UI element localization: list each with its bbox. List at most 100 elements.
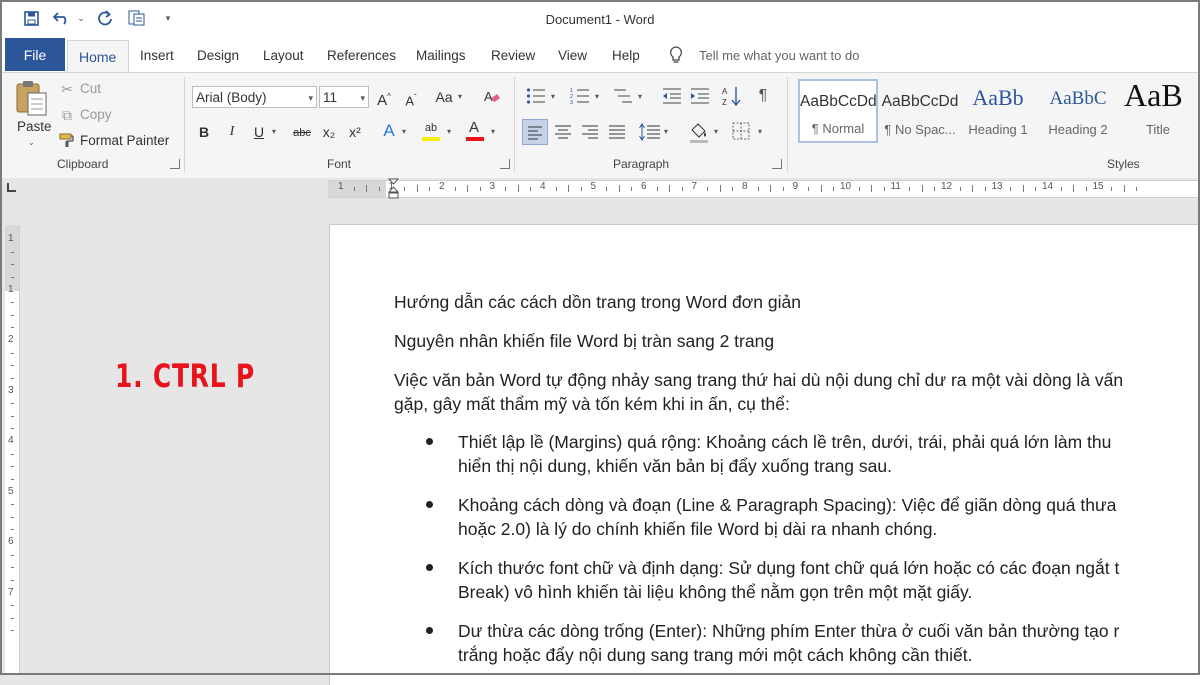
lightbulb-icon[interactable] bbox=[668, 45, 684, 70]
increase-indent-icon[interactable] bbox=[690, 87, 710, 110]
list-item-1-line-2: hiển thị nội dung, khiến văn bản bị đẩy … bbox=[458, 456, 892, 476]
doc-heading-2: Nguyên nhân khiến file Word bị tràn sang… bbox=[394, 331, 775, 351]
paste-button[interactable]: Paste bbox=[17, 119, 52, 134]
group-separator bbox=[787, 77, 788, 172]
numbering-dropdown-icon[interactable]: ▾ bbox=[595, 87, 599, 107]
font-color-icon[interactable]: A bbox=[465, 118, 483, 138]
vruler-tick bbox=[11, 617, 14, 619]
style-normal[interactable]: AaBbCcDd ¶ Normal bbox=[798, 79, 878, 143]
multilevel-list-icon[interactable] bbox=[613, 87, 633, 110]
ruler-left-margin bbox=[328, 181, 386, 197]
tab-home[interactable]: Home bbox=[67, 40, 129, 73]
underline-button[interactable]: U bbox=[251, 122, 267, 142]
copy-icon[interactable]: ⧉ bbox=[58, 105, 76, 125]
cut-button[interactable]: Cut bbox=[80, 81, 101, 96]
font-name-combo[interactable]: Arial (Body) ▾ bbox=[192, 86, 317, 108]
ruler-number: 6 bbox=[641, 181, 647, 192]
shading-dropdown-icon[interactable]: ▾ bbox=[714, 122, 718, 142]
cut-icon[interactable]: ✂ bbox=[58, 79, 76, 99]
tab-layout[interactable]: Layout bbox=[263, 48, 304, 63]
change-case-dropdown-icon[interactable]: ▾ bbox=[458, 87, 462, 107]
format-painter-button[interactable]: Format Painter bbox=[80, 133, 169, 148]
style-heading-1-name: Heading 1 bbox=[968, 122, 1028, 137]
paste-dropdown-icon[interactable]: ⌄ bbox=[28, 133, 35, 153]
ruler-tick bbox=[934, 187, 936, 191]
vertical-ruler[interactable]: 1 1 2 3 4 5 6 7 bbox=[5, 225, 20, 675]
copy-button[interactable]: Copy bbox=[80, 107, 112, 122]
font-launcher-icon[interactable] bbox=[500, 159, 510, 169]
borders-dropdown-icon[interactable]: ▾ bbox=[758, 122, 762, 142]
tab-file[interactable]: File bbox=[5, 38, 65, 71]
tab-references[interactable]: References bbox=[327, 48, 396, 63]
borders-icon[interactable] bbox=[732, 122, 750, 145]
align-center-button[interactable] bbox=[551, 120, 575, 149]
text-effects-dropdown-icon[interactable]: ▾ bbox=[402, 122, 406, 142]
paste-icon[interactable] bbox=[14, 79, 52, 117]
shrink-font-icon[interactable]: Aˇ bbox=[403, 88, 419, 111]
format-painter-icon[interactable] bbox=[59, 133, 75, 152]
ruler-tick bbox=[378, 187, 380, 191]
style-heading-2[interactable]: AaBbC Heading 2 bbox=[1038, 79, 1118, 143]
justify-button[interactable] bbox=[605, 120, 629, 149]
ruler-tick bbox=[681, 187, 683, 191]
tell-me-search[interactable]: Tell me what you want to do bbox=[699, 48, 859, 63]
highlight-color-swatch bbox=[422, 137, 440, 141]
ruler-tick bbox=[467, 185, 469, 192]
bold-button[interactable]: B bbox=[196, 122, 212, 142]
font-size-combo[interactable]: 11 ▾ bbox=[319, 86, 369, 108]
indent-marker-icon[interactable] bbox=[387, 178, 400, 205]
vruler-tick bbox=[11, 466, 14, 468]
line-spacing-icon[interactable] bbox=[638, 120, 662, 149]
font-color-dropdown-icon[interactable]: ▾ bbox=[491, 122, 495, 142]
font-size-dropdown-icon[interactable]: ▾ bbox=[360, 87, 365, 109]
italic-button[interactable]: I bbox=[224, 122, 240, 142]
underline-dropdown-icon[interactable]: ▾ bbox=[272, 122, 276, 142]
style-title[interactable]: AaB Title bbox=[1120, 79, 1200, 143]
text-effects-icon[interactable]: A bbox=[380, 121, 398, 141]
numbering-icon[interactable]: 123 bbox=[570, 87, 590, 110]
style-heading-2-name: Heading 2 bbox=[1048, 122, 1108, 137]
highlight-dropdown-icon[interactable]: ▾ bbox=[447, 122, 451, 142]
font-name-dropdown-icon[interactable]: ▾ bbox=[308, 87, 313, 109]
align-right-button[interactable] bbox=[578, 120, 602, 149]
grow-font-icon[interactable]: A^ bbox=[376, 87, 392, 111]
decrease-indent-icon[interactable] bbox=[662, 87, 682, 110]
horizontal-ruler[interactable]: 1 1 2 3 4 5 6 7 8 9 10 11 12 13 14 15 bbox=[328, 180, 1200, 198]
ruler-tick bbox=[1123, 185, 1125, 192]
align-left-button[interactable] bbox=[522, 119, 548, 145]
list-item-3-line-1: Kích thước font chữ và định dạng: Sử dụn… bbox=[458, 558, 1120, 578]
superscript-button[interactable]: x² bbox=[346, 122, 364, 142]
subscript-button[interactable]: x₂ bbox=[320, 122, 338, 142]
show-formatting-marks-icon[interactable]: ¶ bbox=[755, 86, 771, 106]
vruler-tick bbox=[11, 453, 14, 455]
highlight-icon[interactable]: ab bbox=[421, 118, 441, 138]
tab-mailings[interactable]: Mailings bbox=[416, 48, 466, 63]
change-case-icon[interactable]: Aa bbox=[433, 87, 455, 107]
vruler-tick bbox=[11, 415, 14, 417]
tab-review[interactable]: Review bbox=[491, 48, 535, 63]
style-heading-1[interactable]: AaBb Heading 1 bbox=[958, 79, 1038, 143]
tab-help[interactable]: Help bbox=[612, 48, 640, 63]
ruler-tick bbox=[858, 187, 860, 191]
vruler-number: 5 bbox=[8, 485, 14, 497]
list-item-4-line-1: Dư thừa các dòng trống (Enter): Những ph… bbox=[458, 621, 1120, 641]
shading-icon[interactable] bbox=[688, 120, 710, 149]
document-page[interactable]: Hướng dẫn các cách dồn trang trong Word … bbox=[329, 224, 1200, 685]
grow-font-label: A bbox=[377, 92, 388, 109]
paragraph-launcher-icon[interactable] bbox=[772, 159, 782, 169]
clear-formatting-icon[interactable]: A bbox=[483, 88, 501, 111]
bullets-icon[interactable] bbox=[526, 87, 546, 110]
clipboard-launcher-icon[interactable] bbox=[170, 159, 180, 169]
tab-selector-icon[interactable] bbox=[7, 183, 16, 192]
tab-design[interactable]: Design bbox=[197, 48, 239, 63]
ribbon: Paste ⌄ ✂ Cut ⧉ Copy Format Painter Clip… bbox=[0, 72, 1200, 179]
tab-insert[interactable]: Insert bbox=[140, 48, 174, 63]
line-spacing-dropdown-icon[interactable]: ▾ bbox=[664, 122, 668, 142]
multilevel-dropdown-icon[interactable]: ▾ bbox=[638, 87, 642, 107]
bullets-dropdown-icon[interactable]: ▾ bbox=[551, 87, 555, 107]
style-no-spacing[interactable]: AaBbCcDd ¶ No Spac... bbox=[880, 79, 960, 143]
tab-view[interactable]: View bbox=[558, 48, 587, 63]
ruler-number: 9 bbox=[792, 181, 799, 192]
sort-icon[interactable]: AZ bbox=[722, 85, 742, 112]
strikethrough-button[interactable]: abc bbox=[290, 123, 314, 143]
